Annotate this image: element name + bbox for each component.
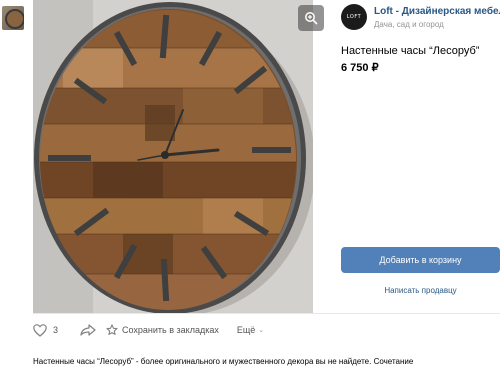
thumbnail-rail — [0, 0, 30, 40]
more-menu-button[interactable]: Ещё ⌄ — [237, 325, 264, 335]
bookmark-icon — [106, 324, 118, 335]
share-icon — [80, 324, 96, 336]
product-price: 6 750 ₽ — [341, 62, 379, 74]
share-button[interactable] — [80, 324, 96, 336]
seller-logo[interactable]: LOFT — [341, 4, 367, 30]
clock-image — [33, 0, 313, 313]
like-button[interactable]: 3 — [33, 323, 59, 337]
bookmark-button[interactable]: Сохранить в закладках — [106, 324, 219, 336]
action-bar: 3 Сохранить в закладках Ещё ⌄ — [33, 320, 264, 340]
chevron-down-icon: ⌄ — [258, 327, 265, 334]
bookmark-label: Сохранить в закладках — [122, 325, 219, 335]
product-description: Настенные часы “Лесоруб” - более оригина… — [33, 357, 414, 366]
zoom-icon — [305, 12, 318, 25]
seller-logo-text: LOFT — [346, 13, 362, 20]
product-title: Настенные часы “Лесоруб” — [341, 45, 480, 57]
product-photo[interactable] — [33, 0, 313, 313]
photo-thumbnail[interactable] — [2, 6, 24, 30]
like-icon — [33, 323, 47, 337]
write-seller-link[interactable]: Написать продавцу — [341, 286, 500, 295]
seller-block[interactable]: LOFT Loft - Дизайнерская мебель на Дача,… — [341, 4, 500, 34]
seller-name-link[interactable]: Loft - Дизайнерская мебель на — [374, 6, 500, 17]
divider — [33, 313, 500, 314]
zoom-button[interactable] — [298, 5, 324, 31]
add-to-cart-button[interactable]: Добавить в корзину — [341, 247, 500, 273]
more-label: Ещё — [236, 325, 256, 335]
seller-description: Дача, сад и огород — [374, 20, 444, 29]
like-count: 3 — [53, 325, 59, 335]
